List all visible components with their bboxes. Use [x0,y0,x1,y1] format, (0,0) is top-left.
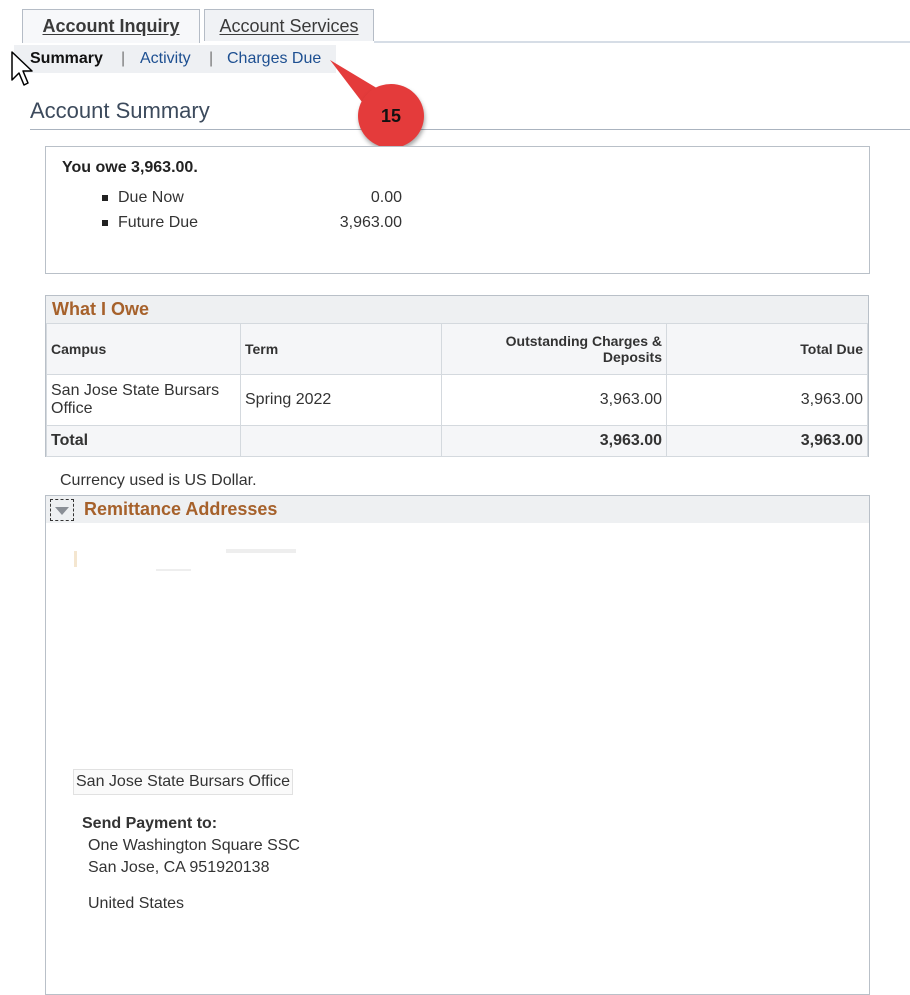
subnav-charges-due-link[interactable]: Charges Due [227,45,321,73]
remittance-title: Remittance Addresses [84,499,278,519]
column-header-term: Term [240,323,442,375]
column-header-outstanding: Outstanding Charges & Deposits [441,323,667,375]
send-payment-label: Send Payment to: [82,815,218,832]
tab-account-services-label: Account Services [219,16,359,36]
image-placeholder [226,549,296,553]
cell-total-due: 3,963.00 [666,374,868,426]
subnav-summary-link[interactable]: Summary [30,45,103,73]
table-header-row: Campus Term Outstanding Charges & Deposi… [46,323,868,375]
currency-note: Currency used is US Dollar. [60,472,257,489]
cell-total-label: Total [46,425,241,457]
image-placeholder [74,551,77,567]
due-now-value: 0.00 [370,189,402,206]
subnav-separator: | [121,50,126,67]
subnav-activity-link[interactable]: Activity [140,45,191,73]
image-placeholder [156,569,191,571]
remittance-office-name: San Jose State Bursars Office [73,769,294,795]
future-due-row: Future Due 3,963.00 [102,214,402,232]
tab-account-inquiry[interactable]: Account Inquiry [22,9,200,43]
table-row: San Jose State Bursars Office Spring 202… [46,374,868,426]
sub-navigation: Summary | Activity | Charges Due [14,45,336,73]
cell-outstanding: 3,963.00 [441,374,667,426]
bullet-icon [102,194,108,201]
due-now-label: Due Now [118,189,184,206]
column-header-campus: Campus [46,323,241,375]
cell-total-outstanding: 3,963.00 [441,425,667,457]
remittance-addresses-panel: Remittance Addresses San Jose State Burs… [45,495,870,995]
bullet-icon [102,219,108,226]
cell-term: Spring 2022 [240,374,442,426]
title-divider [30,129,910,130]
triangle-down-icon [55,507,69,515]
remittance-header: Remittance Addresses [46,496,869,523]
tab-account-inquiry-label: Account Inquiry [42,16,180,36]
address-line-1: One Washington Square SSC [88,837,300,854]
column-header-total-due: Total Due [666,323,868,375]
subnav-separator: | [209,50,214,67]
collapse-toggle-button[interactable] [50,499,74,521]
what-i-owe-grid: What I Owe Campus Term Outstanding Charg… [45,295,869,457]
address-line-2: San Jose, CA 951920138 [88,859,270,876]
due-now-row: Due Now 0.00 [102,189,402,207]
amount-owed-panel: You owe 3,963.00. Due Now 0.00 Future Du… [45,146,870,274]
future-due-label: Future Due [118,214,199,231]
page-title: Account Summary [30,98,210,123]
total-row: Total 3,963.00 3,963.00 [46,425,868,457]
cell-total-due-sum: 3,963.00 [666,425,868,457]
mouse-cursor-icon [11,51,33,86]
what-i-owe-title: What I Owe [46,296,868,324]
what-i-owe-table: Campus Term Outstanding Charges & Deposi… [46,323,868,457]
tab-divider [374,41,910,43]
cell-empty [240,425,442,457]
cell-campus: San Jose State Bursars Office [46,374,241,426]
address-country: United States [88,895,185,912]
tab-account-services[interactable]: Account Services [204,9,374,41]
step-callout-badge: 15 [358,84,424,148]
future-due-value: 3,963.00 [339,214,402,231]
amount-owed-headline: You owe 3,963.00. [62,159,198,176]
